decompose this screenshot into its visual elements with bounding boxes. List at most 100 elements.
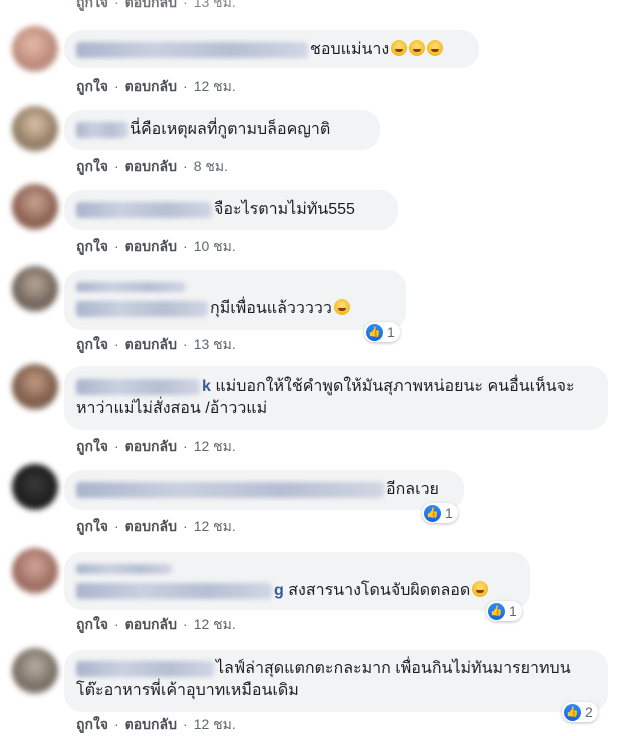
separator: · xyxy=(183,616,188,632)
author-name[interactable] xyxy=(76,583,272,599)
avatar[interactable] xyxy=(12,184,58,230)
author-name-tail[interactable]: k xyxy=(202,378,211,395)
comment-time: 12 ชม. xyxy=(193,518,236,534)
separator: · xyxy=(114,336,119,352)
like-link[interactable]: ถูกใจ xyxy=(76,518,108,534)
comment-time: 12 ชม. xyxy=(193,716,236,732)
comment-time: 12 ชม. xyxy=(193,78,236,94)
comment-time: 13 ชม. xyxy=(193,336,236,352)
comment-bubble: ไลฟ์ล่าสุดแตกตะกละมาก เพื่อนกินไม่ทันมาร… xyxy=(64,650,608,712)
avatar[interactable] xyxy=(12,26,58,72)
separator: · xyxy=(114,0,119,10)
like-link[interactable]: ถูกใจ xyxy=(76,238,108,254)
comment-time: 13 ชม. xyxy=(193,0,236,10)
separator: · xyxy=(114,158,119,174)
separator: · xyxy=(183,336,188,352)
separator: · xyxy=(114,438,119,454)
comment-bubble: กุมีเพื่อนแล้ววววว xyxy=(64,270,406,330)
comment-text: ชอบแม่นาง xyxy=(310,41,390,58)
laughing-emoji-icon xyxy=(409,40,426,57)
comment-actions: ถูกใจ · ตอบกลับ · 12 ชม. xyxy=(76,614,236,636)
avatar[interactable] xyxy=(12,364,58,410)
comment-actions: ถูกใจ · ตอบกลับ · 12 ชม. xyxy=(76,714,236,736)
separator: · xyxy=(114,78,119,94)
author-name[interactable] xyxy=(76,379,200,395)
author-name[interactable] xyxy=(76,661,214,677)
reaction-number: 1 xyxy=(445,505,453,521)
reaction-count[interactable]: 👍 2 xyxy=(562,702,598,722)
separator: · xyxy=(183,438,188,454)
comment-bubble: k แม่บอกให้ใช้คำพูดให้มันสุภาพหน่อยนะ คน… xyxy=(64,366,608,430)
comment-text: สงสารนางโดนจับผิดตลอด xyxy=(288,582,471,599)
author-name-tail[interactable]: g xyxy=(274,582,284,599)
reply-link[interactable]: ตอบกลับ xyxy=(125,716,177,732)
avatar[interactable] xyxy=(12,106,58,152)
reaction-count[interactable]: 👍 1 xyxy=(364,322,400,342)
reaction-number: 1 xyxy=(387,324,395,340)
comment-time: 12 ชม. xyxy=(193,438,236,454)
avatar[interactable] xyxy=(12,548,58,594)
author-name[interactable] xyxy=(76,202,212,218)
separator: · xyxy=(183,716,188,732)
reply-link[interactable]: ตอบกลับ xyxy=(125,158,177,174)
comment-text: จือะไรตามไม่ทัน555 xyxy=(214,201,355,218)
comment-bubble: g สงสารนางโดนจับผิดตลอด xyxy=(64,552,530,610)
laughing-emoji-icon xyxy=(391,40,408,57)
comment-actions: ถูกใจ · ตอบกลับ · 12 ชม. xyxy=(76,76,236,98)
like-link[interactable]: ถูกใจ xyxy=(76,78,108,94)
laughing-emoji-icon xyxy=(333,299,350,316)
comment-bubble: ชอบแม่นาง xyxy=(64,30,479,68)
comment-time: 10 ชม. xyxy=(193,238,236,254)
like-thumb-icon: 👍 xyxy=(564,703,581,721)
comment-actions: ถูกใจ · ตอบกลับ · 10 ชม. xyxy=(76,236,236,258)
comment-bubble: จือะไรตามไม่ทัน555 xyxy=(64,190,398,230)
author-name[interactable] xyxy=(76,42,308,58)
laughing-emoji-icon xyxy=(472,581,489,598)
author-name[interactable] xyxy=(76,122,128,138)
like-link[interactable]: ถูกใจ xyxy=(76,0,108,10)
author-name[interactable] xyxy=(76,281,186,292)
separator: · xyxy=(114,238,119,254)
reply-link[interactable]: ตอบกลับ xyxy=(125,518,177,534)
comment-text: อีกลเวย xyxy=(386,481,439,498)
comment-actions: ถูกใจ · ตอบกลับ · 8 ชม. xyxy=(76,156,228,178)
separator: · xyxy=(114,716,119,732)
laughing-emoji-icon xyxy=(427,40,444,57)
avatar[interactable] xyxy=(12,464,58,510)
like-link[interactable]: ถูกใจ xyxy=(76,336,108,352)
top-partial-actions: ถูกใจ · ตอบกลับ · 13 ชม. xyxy=(76,0,236,14)
reply-link[interactable]: ตอบกลับ xyxy=(125,336,177,352)
like-link[interactable]: ถูกใจ xyxy=(76,716,108,732)
comment-time: 12 ชม. xyxy=(193,616,236,632)
comment-time: 8 ชม. xyxy=(193,158,228,174)
author-name[interactable] xyxy=(76,563,172,574)
reply-link[interactable]: ตอบกลับ xyxy=(125,238,177,254)
like-link[interactable]: ถูกใจ xyxy=(76,438,108,454)
separator: · xyxy=(114,616,119,632)
reaction-count[interactable]: 👍 1 xyxy=(422,503,458,523)
reply-link[interactable]: ตอบกลับ xyxy=(125,78,177,94)
like-link[interactable]: ถูกใจ xyxy=(76,616,108,632)
comment-text: นี่คือเหตุผลที่กูตามบล็อคญาติ xyxy=(130,121,331,138)
comment-bubble: อีกลเวย xyxy=(64,470,464,510)
reaction-number: 2 xyxy=(585,704,593,720)
author-name[interactable] xyxy=(76,301,208,317)
like-thumb-icon: 👍 xyxy=(366,323,383,341)
separator: · xyxy=(114,518,119,534)
comment-actions: ถูกใจ · ตอบกลับ · 12 ชม. xyxy=(76,436,236,458)
reply-link[interactable]: ตอบกลับ xyxy=(125,438,177,454)
separator: · xyxy=(183,78,188,94)
like-thumb-icon: 👍 xyxy=(488,602,505,620)
separator: · xyxy=(183,0,188,10)
comment-actions: ถูกใจ · ตอบกลับ · 12 ชม. xyxy=(76,516,236,538)
avatar[interactable] xyxy=(12,266,58,312)
reply-link[interactable]: ตอบกลับ xyxy=(125,0,177,10)
reaction-count[interactable]: 👍 1 xyxy=(486,601,522,621)
like-link[interactable]: ถูกใจ xyxy=(76,158,108,174)
reply-link[interactable]: ตอบกลับ xyxy=(125,616,177,632)
separator: · xyxy=(183,158,188,174)
author-name[interactable] xyxy=(76,482,384,498)
like-thumb-icon: 👍 xyxy=(424,504,441,522)
separator: · xyxy=(183,518,188,534)
avatar[interactable] xyxy=(12,648,58,694)
